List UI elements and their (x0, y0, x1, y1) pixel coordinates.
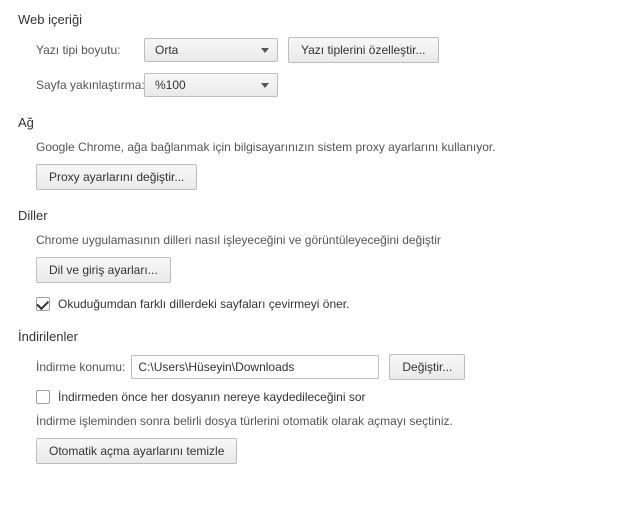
row-page-zoom: Sayfa yakınlaştırma: %100 (36, 73, 613, 97)
section-languages: Diller Chrome uygulamasının dilleri nası… (18, 208, 613, 311)
ask-before-download-row: İndirmeden önce her dosyanın nereye kayd… (36, 390, 613, 404)
customize-fonts-button[interactable]: Yazı tiplerini özelleştir... (288, 37, 439, 63)
font-size-select[interactable]: Orta (144, 38, 278, 62)
auto-open-note: İndirme işleminden sonra belirli dosya t… (36, 414, 613, 428)
languages-description: Chrome uygulamasının dilleri nasıl işley… (36, 233, 613, 247)
row-font-size: Yazı tipi boyutu: Orta Yazı tiplerini öz… (36, 37, 613, 63)
chevron-down-icon (261, 83, 269, 88)
section-title-network: Ağ (18, 115, 613, 130)
section-web-content: Web içeriği Yazı tipi boyutu: Orta Yazı … (18, 12, 613, 97)
section-title-languages: Diller (18, 208, 613, 223)
section-downloads: İndirilenler İndirme konumu: Değiştir...… (18, 329, 613, 464)
download-location-input[interactable] (131, 355, 379, 379)
change-download-location-button[interactable]: Değiştir... (389, 354, 465, 380)
section-network: Ağ Google Chrome, ağa bağlanmak için bil… (18, 115, 613, 190)
ask-before-download-checkbox[interactable] (36, 390, 50, 404)
font-size-value: Orta (155, 43, 178, 57)
download-location-label: İndirme konumu: (36, 360, 125, 374)
translate-offer-label: Okuduğumdan farklı dillerdeki sayfaları … (58, 297, 349, 311)
translate-offer-row: Okuduğumdan farklı dillerdeki sayfaları … (36, 297, 613, 311)
row-download-location: İndirme konumu: Değiştir... (36, 354, 613, 380)
translate-offer-checkbox[interactable] (36, 297, 50, 311)
clear-auto-open-button[interactable]: Otomatik açma ayarlarını temizle (36, 438, 237, 464)
section-title-downloads: İndirilenler (18, 329, 613, 344)
font-size-label: Yazı tipi boyutu: (36, 43, 136, 57)
page-zoom-label: Sayfa yakınlaştırma: (36, 78, 136, 92)
page-zoom-select[interactable]: %100 (144, 73, 278, 97)
language-input-settings-button[interactable]: Dil ve giriş ayarları... (36, 257, 171, 283)
section-title-web-content: Web içeriği (18, 12, 613, 27)
page-zoom-value: %100 (155, 78, 186, 92)
ask-before-download-label: İndirmeden önce her dosyanın nereye kayd… (58, 390, 366, 404)
network-description: Google Chrome, ağa bağlanmak için bilgis… (36, 140, 613, 154)
chevron-down-icon (261, 48, 269, 53)
change-proxy-button[interactable]: Proxy ayarlarını değiştir... (36, 164, 197, 190)
